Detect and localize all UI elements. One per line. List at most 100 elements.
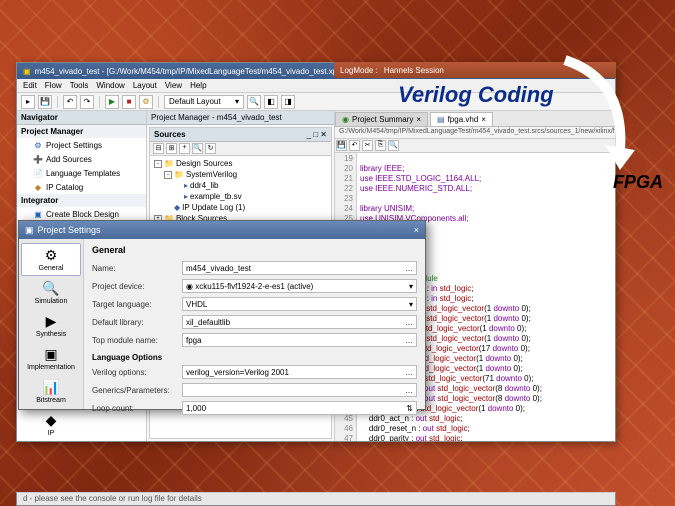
tree-item[interactable]: ▸ddr4_lib	[152, 180, 329, 191]
nav-item[interactable]: ◆IP Catalog	[17, 180, 146, 194]
tb-extra2[interactable]: ◨	[281, 95, 295, 109]
project-settings-dialog: ▣ Project Settings × ⚙General🔍Simulation…	[18, 220, 426, 410]
settings-field[interactable]: …	[182, 383, 417, 397]
tb-sep	[57, 96, 58, 108]
sidebar-item-label: Bitstream	[36, 397, 66, 404]
src-collapse[interactable]: ⊟	[153, 143, 164, 154]
dialog-sidebar-item[interactable]: ⚙General	[21, 243, 81, 276]
tb-search-icon[interactable]: 🔍	[247, 95, 261, 109]
settings-label: Loop count:	[92, 404, 182, 413]
tb-stop[interactable]: ■	[122, 95, 136, 109]
menu-flow[interactable]: Flow	[45, 81, 62, 90]
sidebar-item-label: Synthesis	[36, 331, 66, 338]
settings-field[interactable]: xil_defaultlib…	[182, 315, 417, 329]
tree-label: Design Sources	[176, 159, 232, 168]
menu-view[interactable]: View	[165, 81, 182, 90]
dialog-sidebar-item[interactable]: 📊Bitstream	[21, 375, 81, 408]
sidebar-item-label: IP	[48, 430, 55, 437]
tab-fpga-vhd[interactable]: ▤ fpga.vhd×	[430, 112, 493, 126]
ellipsis-icon[interactable]: …	[405, 264, 413, 273]
ed-find-icon[interactable]: 🔍	[388, 140, 399, 151]
tree-item[interactable]: -📁SystemVerilog	[152, 169, 329, 180]
dialog-close-icon[interactable]: ×	[414, 225, 419, 235]
overlay-fpga-label: FPGA	[613, 172, 663, 193]
settings-field[interactable]: m454_vivado_test…	[182, 261, 417, 275]
src-add[interactable]: +	[179, 143, 190, 154]
dialog-sidebar-item[interactable]: ◆IP	[21, 408, 81, 441]
tree-icon: ▸	[184, 192, 188, 201]
ellipsis-icon[interactable]: …	[405, 386, 413, 395]
ed-copy-icon[interactable]: ⎘	[375, 140, 386, 151]
file-icon: ▤	[437, 115, 445, 124]
tree-icon: ▸	[184, 181, 188, 190]
layout-combo[interactable]: Default Layout▾	[164, 95, 244, 109]
settings-row: Generics/Parameters:…	[92, 383, 417, 397]
nav-item-icon: ◆	[33, 182, 43, 192]
ed-undo-icon[interactable]: ↶	[349, 140, 360, 151]
sidebar-item-icon: ⚙	[23, 247, 79, 264]
settings-field[interactable]: fpga…	[182, 333, 417, 347]
settings-row: Target language:VHDL▾	[92, 297, 417, 311]
dialog-icon: ▣	[25, 225, 34, 236]
tb-settings-icon[interactable]: ⚙	[139, 95, 153, 109]
sidebar-item-icon: ▣	[23, 346, 79, 363]
menu-tools[interactable]: Tools	[70, 81, 89, 90]
tab-project-summary[interactable]: ◉ Project Summary×	[335, 112, 428, 126]
tab-close-icon[interactable]: ×	[416, 115, 421, 124]
tb-run[interactable]: ▶	[105, 95, 119, 109]
tb-undo[interactable]: ↶	[63, 95, 77, 109]
nav-item-label: Add Sources	[46, 155, 92, 164]
tree-item[interactable]: -📁Design Sources	[152, 158, 329, 169]
tab-close-icon[interactable]: ×	[481, 115, 486, 124]
settings-field[interactable]: verilog_version=Verilog 2001…	[182, 365, 417, 379]
tb-redo[interactable]: ↷	[80, 95, 94, 109]
dialog-sidebar-item[interactable]: ▶Synthesis	[21, 309, 81, 342]
tree-icon: 📁	[174, 170, 184, 179]
tree-toggle[interactable]: -	[164, 171, 172, 179]
section-general: General	[92, 245, 417, 255]
menu-edit[interactable]: Edit	[23, 81, 37, 90]
spinner-icon: ⇅	[406, 404, 413, 413]
nav-item[interactable]: 📄Language Templates	[17, 166, 146, 180]
ellipsis-icon[interactable]: …	[405, 368, 413, 377]
src-refresh-icon[interactable]: ↻	[205, 143, 216, 154]
settings-label: Default library:	[92, 318, 182, 327]
tree-toggle[interactable]: -	[154, 160, 162, 168]
nav-item-label: Language Templates	[46, 169, 120, 178]
settings-label: Verilog options:	[92, 368, 182, 377]
ellipsis-icon[interactable]: …	[405, 336, 413, 345]
ellipsis-icon[interactable]: …	[405, 318, 413, 327]
pm-header: Project Manager - m454_vivado_test	[147, 111, 334, 125]
chevron-down-icon: ▾	[409, 300, 413, 309]
tb-new[interactable]: ▸	[21, 95, 35, 109]
overlay-title: Verilog Coding	[398, 82, 554, 108]
tb-extra1[interactable]: ◧	[264, 95, 278, 109]
menu-window[interactable]: Window	[96, 81, 124, 90]
nav-item-icon: 📄	[33, 168, 43, 178]
src-expand[interactable]: ⊞	[166, 143, 177, 154]
nav-item[interactable]: ➕Add Sources	[17, 152, 146, 166]
dialog-sidebar-item[interactable]: ▣Implementation	[21, 342, 81, 375]
menu-layout[interactable]: Layout	[133, 81, 157, 90]
tree-item[interactable]: ◆IP Update Log (1)	[152, 202, 329, 213]
menu-help[interactable]: Help	[190, 81, 206, 90]
settings-combo[interactable]: VHDL▾	[182, 297, 417, 311]
settings-spinner[interactable]: 1,000⇅	[182, 401, 417, 415]
dialog-titlebar: ▣ Project Settings ×	[19, 221, 425, 239]
ed-cut-icon[interactable]: ✂	[362, 140, 373, 151]
settings-combo[interactable]: ◉ xcku115-flvf1924-2-e-es1 (active)▾	[182, 279, 417, 293]
tb-save[interactable]: 💾	[38, 95, 52, 109]
dialog-title: Project Settings	[38, 225, 101, 235]
dialog-sidebar-item[interactable]: 🔍Simulation	[21, 276, 81, 309]
src-search-icon[interactable]: 🔍	[192, 143, 203, 154]
tree-item[interactable]: ▸example_tb.sv	[152, 191, 329, 202]
nav-item-icon: ⚙	[33, 140, 43, 150]
arrow-graphic	[525, 50, 645, 180]
sidebar-item-label: Simulation	[35, 298, 68, 305]
nav-item[interactable]: ▣Create Block Design	[17, 207, 146, 221]
section-language-options: Language Options	[92, 353, 417, 362]
app-icon: ▣	[23, 67, 31, 76]
settings-label: Top module name:	[92, 336, 182, 345]
ed-save-icon[interactable]: 💾	[336, 140, 347, 151]
nav-item[interactable]: ⚙Project Settings	[17, 138, 146, 152]
